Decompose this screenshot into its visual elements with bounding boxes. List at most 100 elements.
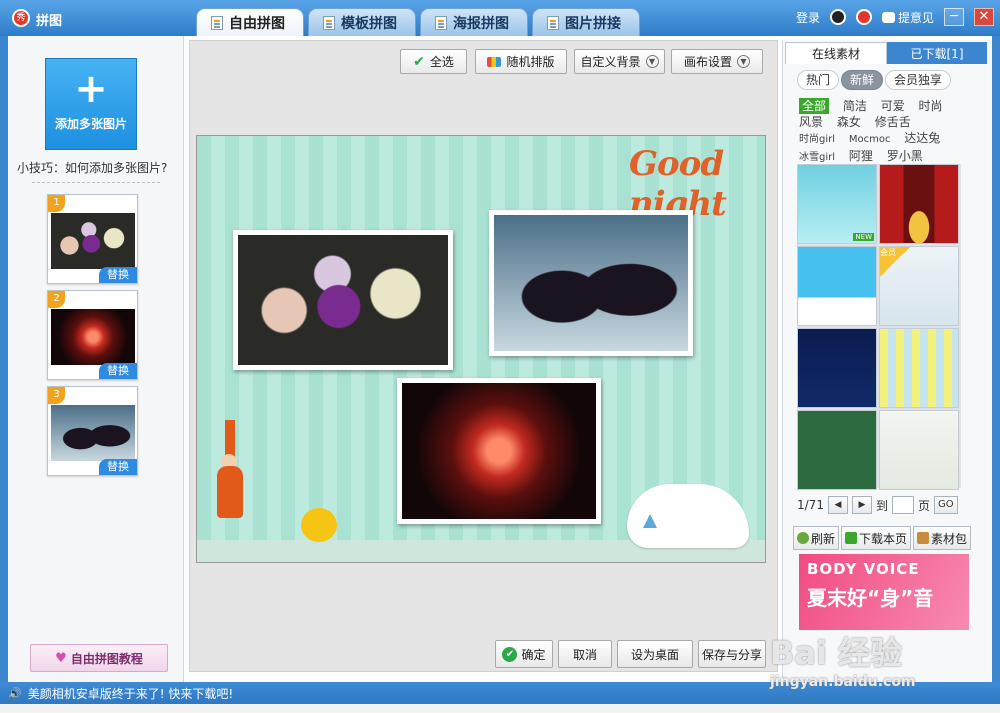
tab-label: 自由拼图 bbox=[229, 15, 285, 32]
material-tile[interactable] bbox=[879, 328, 959, 408]
category-item[interactable]: 可爱 bbox=[881, 98, 905, 114]
go-button[interactable]: GO bbox=[933, 496, 958, 514]
custom-background-dropdown[interactable]: 自定义背景 ▼ bbox=[574, 49, 665, 74]
main-body: + 添加多张图片 小技巧：如何添加多张图片? 1 替换 2 替换 3 替换 ♥ … bbox=[8, 36, 992, 682]
page-unit-label: 页 bbox=[917, 498, 930, 513]
tab-image-stitch[interactable]: 图片拼接 bbox=[532, 8, 640, 36]
cancel-button[interactable]: 取消 bbox=[558, 640, 612, 668]
refresh-icon bbox=[797, 532, 809, 544]
download-icon bbox=[845, 532, 858, 544]
mode-tabs: 自由拼图 模板拼图 海报拼图 图片拼接 bbox=[196, 8, 644, 36]
thumbnail-number: 1 bbox=[48, 195, 65, 212]
add-multiple-images-button[interactable]: + 添加多张图片 bbox=[45, 58, 137, 150]
chip-new[interactable]: 新鲜 bbox=[841, 70, 884, 90]
material-package-label: 素材包 bbox=[931, 531, 968, 546]
random-layout-button[interactable]: 随机排版 bbox=[475, 49, 567, 74]
material-tabs: 在线素材 已下载[1] bbox=[785, 42, 987, 64]
app-window: 秀 拼图 自由拼图 模板拼图 海报拼图 图片拼接 登录 提意见 ─ ✕ + 添加… bbox=[0, 0, 1000, 713]
category-item[interactable]: 阿狸 bbox=[849, 148, 873, 164]
category-item[interactable]: 修舌舌 bbox=[875, 114, 911, 130]
close-button[interactable]: ✕ bbox=[974, 8, 994, 26]
download-page-label: 下载本页 bbox=[859, 531, 908, 546]
baidu-watermark: Bai 经验 jingyan.baidu.com bbox=[770, 628, 916, 690]
plus-icon: + bbox=[74, 66, 108, 112]
flowers-thumbnail-image bbox=[51, 213, 135, 269]
material-package-button[interactable]: 素材包 bbox=[913, 526, 972, 550]
image-thumbnail[interactable]: 3 替换 bbox=[47, 386, 138, 476]
minimize-button[interactable]: ─ bbox=[944, 8, 964, 26]
canvas-settings-dropdown[interactable]: 画布设置 ▼ bbox=[671, 49, 763, 74]
canvas-photo-heart[interactable] bbox=[397, 378, 601, 524]
chip-hot[interactable]: 热门 bbox=[797, 70, 840, 90]
watermark-url: jingyan.baidu.com bbox=[770, 674, 916, 690]
collage-canvas[interactable]: Good night bbox=[196, 135, 766, 563]
category-item[interactable]: 时尚girl bbox=[799, 132, 835, 148]
replace-button[interactable]: 替换 bbox=[99, 267, 137, 283]
save-and-share-button[interactable]: 保存与分享 bbox=[698, 640, 766, 668]
category-item[interactable]: 时尚 bbox=[919, 98, 943, 114]
material-tile[interactable] bbox=[879, 410, 959, 490]
category-item[interactable]: Mocmoc bbox=[849, 132, 891, 148]
category-item[interactable]: 风景 bbox=[799, 114, 823, 130]
chevron-down-icon: ▼ bbox=[645, 55, 659, 68]
material-tile[interactable] bbox=[797, 246, 877, 326]
tab-online-materials[interactable]: 在线素材 bbox=[785, 42, 887, 64]
canvas-settings-label: 画布设置 bbox=[683, 55, 732, 69]
couple-silhouette-image bbox=[494, 215, 688, 351]
material-tile[interactable] bbox=[797, 410, 877, 490]
material-panel: 在线素材 已下载[1] 热门 新鲜 会员独享 全部 简洁 可爱 时尚 风景 森女 bbox=[782, 40, 992, 682]
title-bar: 秀 拼图 自由拼图 模板拼图 海报拼图 图片拼接 登录 提意见 ─ ✕ bbox=[0, 0, 1000, 36]
tip-link[interactable]: 小技巧：如何添加多张图片? bbox=[17, 159, 167, 176]
select-all-button[interactable]: ✔ 全选 bbox=[400, 49, 467, 74]
speaker-icon: 🔊 bbox=[8, 686, 22, 700]
category-item[interactable]: 简洁 bbox=[843, 98, 867, 114]
category-item[interactable]: 森女 bbox=[837, 114, 861, 130]
footprint-icon: ♥ bbox=[55, 650, 67, 666]
tab-poster-collage[interactable]: 海报拼图 bbox=[420, 8, 528, 36]
canvas-photo-couple[interactable] bbox=[489, 210, 693, 356]
watermark-logo: Bai 经验 bbox=[770, 634, 903, 672]
next-page-button[interactable]: ▶ bbox=[851, 496, 872, 514]
category-row: 风景 森女 修舌舌 bbox=[799, 114, 979, 130]
check-icon: ✔ bbox=[413, 53, 425, 70]
material-tile[interactable]: 会员 bbox=[879, 246, 959, 326]
canvas-photo-flowers[interactable] bbox=[233, 230, 453, 370]
divider bbox=[32, 182, 160, 183]
category-item[interactable]: 达达兔 bbox=[904, 130, 940, 146]
member-badge: 会员 bbox=[880, 247, 910, 277]
feedback-button[interactable]: 提意见 bbox=[881, 9, 934, 26]
material-tile[interactable]: NEW bbox=[797, 164, 877, 244]
chat-bubble-icon bbox=[881, 11, 895, 23]
confirm-button[interactable]: ✔ 确定 bbox=[495, 640, 553, 668]
tab-downloaded[interactable]: 已下载[1] bbox=[887, 42, 987, 64]
refresh-button[interactable]: 刷新 bbox=[793, 526, 840, 550]
advertisement-banner[interactable]: BODY VOICE 夏末好“身”音 bbox=[799, 554, 969, 630]
category-item[interactable]: 罗小黑 bbox=[887, 148, 923, 164]
qq-icon[interactable] bbox=[829, 9, 846, 25]
image-thumbnail[interactable]: 2 替换 bbox=[47, 290, 138, 380]
tab-template-collage[interactable]: 模板拼图 bbox=[308, 8, 416, 36]
bokeh-heart-thumbnail-image bbox=[51, 309, 135, 365]
free-collage-tutorial-button[interactable]: ♥ 自由拼图教程 bbox=[30, 644, 168, 672]
set-as-desktop-button[interactable]: 设为桌面 bbox=[617, 640, 693, 668]
pagination: 1/71 ◀ ▶ 到 页 GO bbox=[797, 496, 958, 514]
thumbnail-number: 2 bbox=[48, 291, 65, 308]
previous-page-button[interactable]: ◀ bbox=[827, 496, 848, 514]
weibo-icon[interactable] bbox=[855, 9, 872, 25]
category-list: 全部 简洁 可爱 时尚 风景 森女 修舌舌 时尚girl Mocmoc 达达兔 … bbox=[799, 98, 979, 166]
custom-background-label: 自定义背景 bbox=[580, 55, 641, 69]
download-page-button[interactable]: 下载本页 bbox=[841, 526, 912, 550]
tab-free-collage[interactable]: 自由拼图 bbox=[196, 8, 304, 36]
shuffle-icon bbox=[487, 56, 502, 67]
status-message[interactable]: 美颜相机安卓版终于来了! 快来下载吧! bbox=[28, 685, 233, 702]
page-indicator: 1/71 bbox=[797, 498, 824, 512]
login-link[interactable]: 登录 bbox=[796, 9, 820, 26]
category-all[interactable]: 全部 bbox=[799, 98, 830, 114]
chip-member-only[interactable]: 会员独享 bbox=[885, 70, 952, 90]
replace-button[interactable]: 替换 bbox=[99, 363, 137, 379]
material-tile[interactable] bbox=[879, 164, 959, 244]
material-tile[interactable] bbox=[797, 328, 877, 408]
image-thumbnail[interactable]: 1 替换 bbox=[47, 194, 138, 284]
page-number-input[interactable] bbox=[891, 496, 914, 514]
replace-button[interactable]: 替换 bbox=[99, 459, 137, 475]
